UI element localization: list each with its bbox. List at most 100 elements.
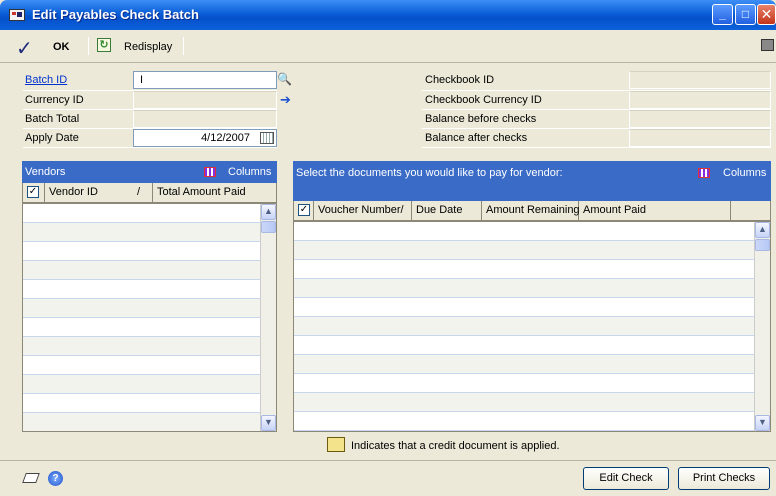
table-row[interactable] [23,299,276,318]
scroll-down-arrow-icon[interactable]: ▼ [261,415,276,431]
balance-after-checks-label: Balance after checks [425,132,528,144]
table-row[interactable] [294,260,770,279]
amount-remaining-column-header[interactable]: Amount Remaining [482,201,580,221]
balance-after-checks-field [629,129,771,147]
table-row[interactable] [23,280,276,299]
documents-scrollbar[interactable]: ▲ ▼ [754,222,770,431]
table-row[interactable] [23,356,276,375]
table-row[interactable] [23,394,276,413]
checkbook-currency-id-label: Checkbook Currency ID [425,94,542,106]
window-title: Edit Payables Check Batch [32,7,199,22]
scroll-down-arrow-icon[interactable]: ▼ [755,415,770,431]
checkbook-id-field [629,71,771,89]
table-row[interactable] [23,337,276,356]
edit-check-button[interactable]: Edit Check [583,467,669,490]
divider [23,147,277,148]
ok-button[interactable]: OK [53,41,70,53]
table-row[interactable] [294,412,770,431]
documents-columns-button[interactable]: Columns [723,167,766,179]
vendors-scrollbar[interactable]: ▲ ▼ [260,204,276,431]
table-row[interactable] [294,393,770,412]
close-button[interactable]: ✕ [757,4,776,25]
balance-before-checks-label: Balance before checks [425,113,537,125]
vendors-panel-title: Vendors [25,166,66,178]
documents-panel-title: Select the documents you would like to p… [296,167,563,179]
checkbook-id-label: Checkbook ID [425,74,495,86]
scroll-thumb[interactable] [261,221,276,233]
balance-before-checks-field [629,110,771,128]
table-row[interactable] [294,355,770,374]
window-app-icon [9,9,25,21]
table-row[interactable] [294,336,770,355]
table-row[interactable] [294,241,770,260]
apply-date-value: 4/12/2007 [201,132,250,144]
batch-id-value: I [140,74,144,86]
divider [0,460,776,461]
select-all-column: ✓ [23,183,45,203]
documents-grid[interactable]: ▲ ▼ [293,221,771,432]
redisplay-button[interactable]: Redisplay [124,41,172,53]
print-checks-button[interactable]: Print Checks [678,467,770,490]
vendor-id-column-header[interactable]: Vendor ID / [45,183,153,203]
checkmark-icon[interactable]: ✓ [16,36,33,61]
vendor-id-column-label: Vendor ID [49,186,98,198]
select-all-column: ✓ [294,201,314,221]
toolbar-separator [183,37,184,55]
documents-grid-header: ✓ Voucher Number/ Due Date Amount Remain… [293,201,771,221]
batch-id-label[interactable]: Batch ID [25,74,67,86]
table-row[interactable] [23,242,276,261]
voucher-number-column-label: Voucher Number [318,204,401,216]
due-date-column-header[interactable]: Due Date [412,201,482,221]
currency-id-field [133,91,277,109]
table-row[interactable] [23,204,276,223]
maximize-button[interactable]: □ [735,4,756,25]
table-row[interactable] [23,261,276,280]
vendors-panel-header: Vendors Columns [22,161,277,183]
credit-document-icon [327,437,345,452]
table-row[interactable] [23,318,276,337]
table-row[interactable] [294,298,770,317]
toolbar [0,30,776,63]
sort-indicator: / [400,204,404,216]
table-row[interactable] [294,222,770,241]
table-row[interactable] [23,375,276,394]
table-row[interactable] [294,317,770,336]
window-title-bar[interactable]: Edit Payables Check Batch _ □ ✕ [0,0,776,30]
refresh-icon[interactable]: ↻ [97,38,111,52]
table-row[interactable] [294,279,770,298]
amount-paid-column-header[interactable]: Amount Paid [579,201,731,221]
table-row[interactable] [23,413,276,431]
scroll-up-arrow-icon[interactable]: ▲ [261,204,276,220]
columns-icon[interactable] [204,167,216,177]
calendar-icon[interactable] [260,132,274,144]
lookup-magnifier-icon[interactable]: 🔍 [277,73,292,87]
documents-panel-header: Select the documents you would like to p… [293,161,771,201]
batch-total-label: Batch Total [25,113,80,125]
checkbook-currency-id-field [629,91,771,109]
printer-icon[interactable] [761,39,774,51]
help-icon[interactable]: ? [48,471,63,486]
columns-icon[interactable] [698,168,710,178]
select-all-checkbox[interactable]: ✓ [27,186,39,198]
arrow-right-icon[interactable]: ➔ [280,92,291,108]
credit-note-text: Indicates that a credit document is appl… [351,440,560,452]
table-row[interactable] [294,374,770,393]
total-amount-paid-column-header[interactable]: Total Amount Paid [153,183,277,203]
scroll-thumb[interactable] [755,239,770,251]
table-row[interactable] [23,223,276,242]
minimize-button[interactable]: _ [712,4,733,25]
batch-id-input[interactable]: I [133,71,277,89]
batch-total-field [133,110,277,128]
apply-date-label: Apply Date [25,132,79,144]
scroll-up-arrow-icon[interactable]: ▲ [755,222,770,238]
voucher-number-column-header[interactable]: Voucher Number/ [314,201,412,221]
vendors-grid[interactable]: ▲ ▼ [22,203,277,432]
vendors-grid-header: ✓ Vendor ID / Total Amount Paid [22,183,277,203]
divider [422,147,771,148]
apply-date-input[interactable]: 4/12/2007 [133,129,277,147]
currency-id-label: Currency ID [25,94,84,106]
vendors-columns-button[interactable]: Columns [228,166,271,178]
select-all-checkbox[interactable]: ✓ [298,204,310,216]
sort-indicator: / [136,186,140,198]
note-icon[interactable] [22,473,40,483]
